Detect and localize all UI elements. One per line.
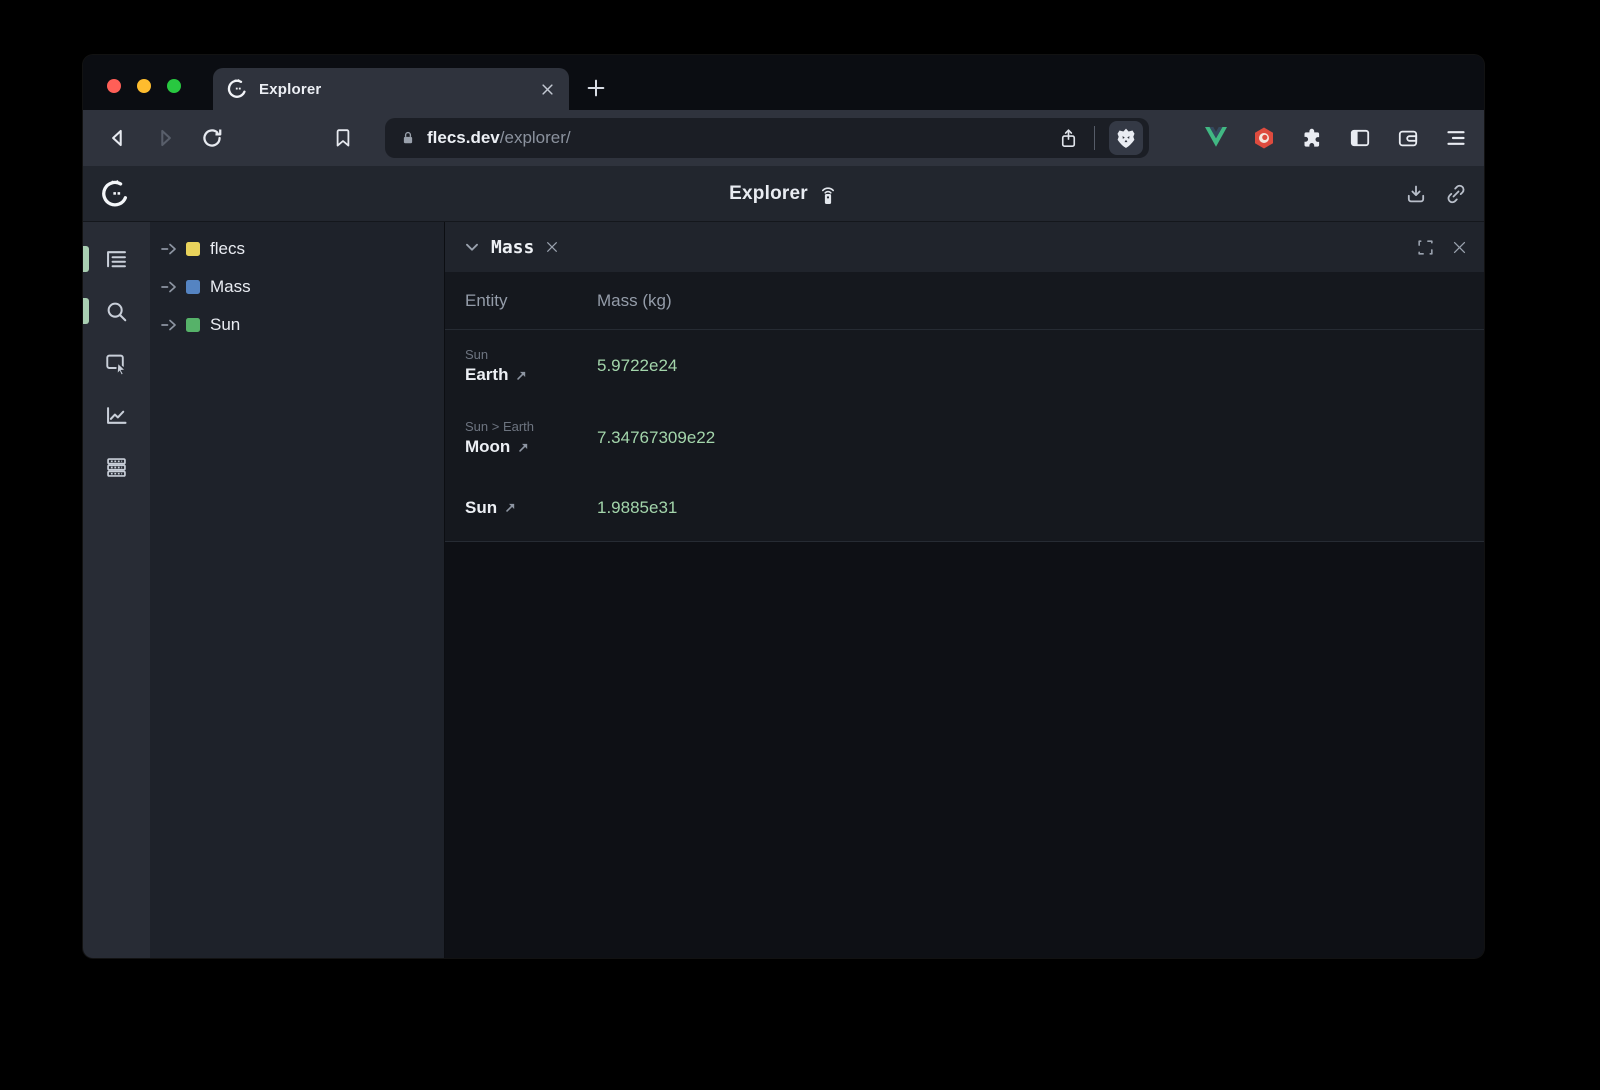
active-panel-pill	[83, 246, 89, 272]
query-panel: Mass Entity Mass (kg)	[445, 222, 1484, 958]
rail-inspector-button[interactable]	[83, 337, 150, 389]
download-icon[interactable]	[1404, 182, 1428, 206]
rail-memory-button[interactable]	[83, 441, 150, 493]
entity-link[interactable]: Earth	[465, 365, 597, 385]
mass-value: 5.9722e24	[597, 356, 1484, 376]
entity-name: Earth	[465, 365, 508, 385]
mass-value: 7.34767309e22	[597, 428, 1484, 448]
table-header-row: Entity Mass (kg)	[445, 272, 1484, 330]
url-domain: flecs.dev	[427, 128, 500, 147]
remote-connection-icon[interactable]	[818, 183, 838, 205]
query-search-icon	[103, 298, 130, 325]
reload-button[interactable]	[199, 125, 225, 151]
sidebar-toggle-icon[interactable]	[1348, 126, 1372, 150]
expand-chevron-icon[interactable]	[160, 241, 180, 257]
entity-color-swatch	[186, 242, 200, 256]
extensions-puzzle-icon[interactable]	[1300, 126, 1324, 150]
collapse-chevron-icon[interactable]	[461, 236, 483, 258]
lock-icon	[399, 129, 417, 147]
toolbar-separator	[1094, 126, 1095, 150]
browser-tab[interactable]: Explorer	[213, 68, 569, 110]
url-text: flecs.dev/explorer/	[427, 128, 571, 148]
panel-close-icon[interactable]	[1451, 239, 1468, 256]
mass-value: 1.9885e31	[597, 498, 1484, 518]
icon-rail	[83, 222, 150, 958]
vue-devtools-icon[interactable]	[1204, 126, 1228, 150]
column-header-mass: Mass (kg)	[597, 291, 1484, 311]
external-link-icon	[517, 441, 530, 454]
entity-tree-panel: flecs Mass Sun	[150, 222, 445, 958]
tree-item-sun[interactable]: Sun	[150, 306, 444, 344]
entity-name: Moon	[465, 437, 510, 457]
rail-stats-button[interactable]	[83, 389, 150, 441]
rail-entities-button[interactable]	[83, 233, 150, 285]
entity-parent-path: Sun	[465, 347, 597, 362]
table-row: Sun 1.9885e31	[445, 474, 1484, 542]
url-bar[interactable]: flecs.dev/explorer/	[385, 118, 1149, 158]
tree-item-mass[interactable]: Mass	[150, 268, 444, 306]
link-icon[interactable]	[1444, 182, 1468, 206]
active-panel-pill	[83, 298, 89, 324]
tree-item-label: Mass	[210, 277, 251, 297]
stats-chart-icon	[103, 402, 130, 429]
menu-icon[interactable]	[1444, 126, 1468, 150]
tree-item-label: Sun	[210, 315, 240, 335]
brave-shield-icon[interactable]	[1109, 121, 1143, 155]
query-tab-close-icon[interactable]	[544, 239, 560, 255]
tab-close-icon[interactable]	[540, 82, 555, 97]
expand-chevron-icon[interactable]	[160, 279, 180, 295]
memory-icon	[103, 454, 130, 481]
close-window-button[interactable]	[107, 79, 121, 93]
forward-button[interactable]	[152, 125, 178, 151]
tab-title: Explorer	[259, 81, 540, 98]
url-path: /explorer/	[500, 128, 571, 147]
share-icon[interactable]	[1057, 127, 1080, 150]
entity-tree-icon	[103, 246, 130, 273]
entity-parent-path: Sun > Earth	[465, 419, 597, 434]
external-link-icon	[515, 369, 528, 382]
bookmark-icon[interactable]	[331, 126, 355, 150]
traffic-lights	[107, 79, 181, 93]
explorer-header: Explorer	[83, 166, 1484, 222]
tab-bar: Explorer	[83, 55, 1484, 110]
entity-link[interactable]: Moon	[465, 437, 597, 457]
zoom-window-button[interactable]	[167, 79, 181, 93]
column-header-entity: Entity	[445, 291, 597, 311]
tree-item-flecs[interactable]: flecs	[150, 230, 444, 268]
entity-color-swatch	[186, 318, 200, 332]
query-panel-empty-area	[445, 542, 1484, 958]
page-title: Explorer	[729, 183, 808, 205]
query-panel-header: Mass	[445, 222, 1484, 272]
flecs-favicon-icon	[227, 79, 247, 99]
expand-chevron-icon[interactable]	[160, 317, 180, 333]
tree-item-label: flecs	[210, 239, 245, 259]
back-button[interactable]	[105, 125, 131, 151]
new-tab-button[interactable]	[585, 77, 607, 99]
fullscreen-icon[interactable]	[1416, 238, 1435, 257]
browser-window: Explorer flecs.dev/explorer/	[83, 55, 1484, 958]
wallet-icon[interactable]	[1396, 126, 1420, 150]
inspector-icon	[103, 350, 130, 377]
external-link-icon	[504, 501, 517, 514]
rail-query-button[interactable]	[83, 285, 150, 337]
query-tab-label[interactable]: Mass	[491, 237, 534, 258]
extension-hexagon-icon[interactable]	[1252, 126, 1276, 150]
entity-name: Sun	[465, 498, 497, 518]
table-row: Sun > Earth Moon 7.34767309e22	[445, 402, 1484, 474]
table-row: Sun Earth 5.9722e24	[445, 330, 1484, 402]
browser-toolbar: flecs.dev/explorer/	[83, 110, 1484, 166]
entity-color-swatch	[186, 280, 200, 294]
minimize-window-button[interactable]	[137, 79, 151, 93]
entity-link[interactable]: Sun	[465, 498, 597, 518]
result-table: Entity Mass (kg) Sun Earth 5.9722e24	[445, 272, 1484, 542]
